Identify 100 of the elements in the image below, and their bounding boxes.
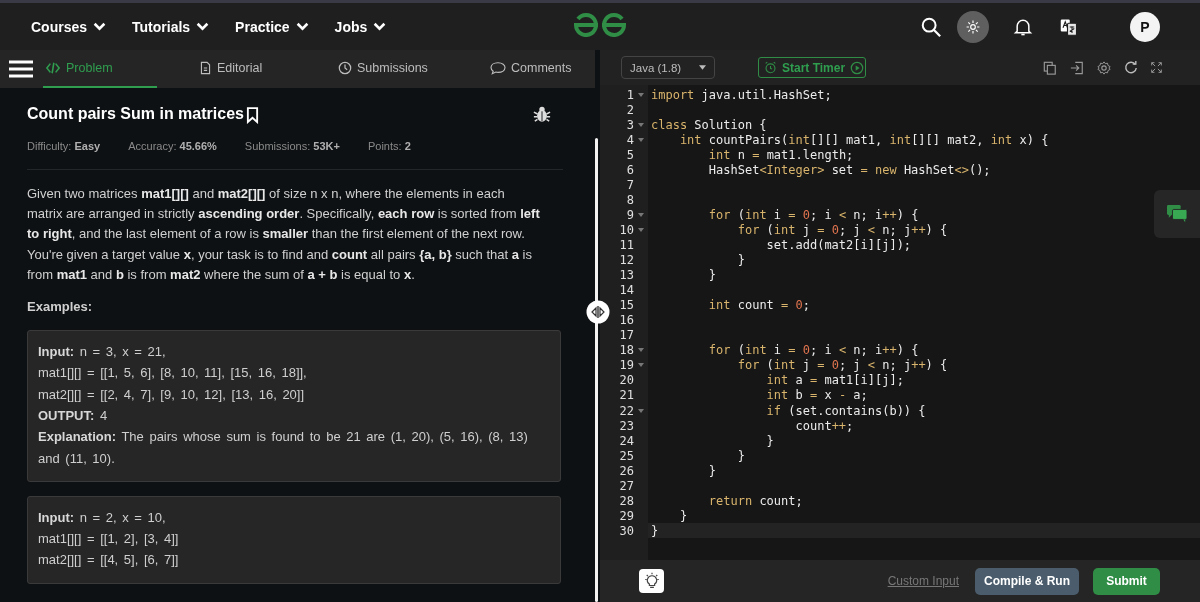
nav-menu[interactable]: Courses (31, 18, 107, 35)
code-line: int count = 0; (707, 298, 810, 313)
line-number: 16 (619, 313, 634, 328)
problem-description: You're given a target value x, your task is to find and count all pairs {a, b} such that a is from mat1 and b is from mat2 where the sum of a + b is equal to x. (27, 245, 533, 284)
line-number: 5 (626, 147, 634, 162)
submit-button[interactable]: Submit (1093, 567, 1160, 595)
fold-caret-icon[interactable] (638, 137, 644, 142)
line-number: 14 (619, 283, 634, 298)
problem-description: Given two matrices mat1[][] and mat2[][] of size n x n, where the elements in each matrix are arranged in strictly ascending order. Specifically, each row is sorted from left to right, and the last element of a row is smaller than the first element of the next row. (27, 185, 541, 244)
code-line: for (int i = 0; i < n; i++) { (707, 207, 919, 222)
code-line: set.add(mat2[i][j]); (765, 238, 912, 252)
line-number: 17 (619, 328, 634, 343)
code-line: for (int j = 0; j < n; j++) { (736, 358, 948, 373)
chat-bubbles-icon (1166, 204, 1188, 224)
search-icon[interactable] (920, 15, 942, 38)
code-line: int n = mat1.length; (707, 147, 854, 162)
line-number: 6 (626, 162, 634, 177)
nav-menu[interactable]: Jobs (334, 18, 387, 35)
example-text: OUTPUT: 4 (38, 406, 109, 425)
fold-caret-icon[interactable] (638, 122, 644, 127)
alarm-clock-icon (764, 61, 777, 74)
dropdown-caret-icon (699, 65, 706, 70)
line-number: 11 (619, 238, 634, 252)
fold-caret-icon[interactable] (638, 408, 644, 413)
chevron-down-icon (373, 22, 387, 31)
fold-caret-icon[interactable] (638, 363, 644, 368)
compile-run-button[interactable]: Compile & Run (975, 567, 1079, 595)
line-number: 29 (619, 508, 634, 523)
line-number: 26 (619, 463, 634, 478)
line-number: 21 (619, 388, 634, 403)
problem-title: Count pairs Sum in matrices (27, 105, 244, 123)
light-bulb-icon (642, 572, 661, 590)
code-line: class Solution { (650, 117, 767, 132)
copy-icon[interactable] (1043, 60, 1057, 75)
problem-stat: Accuracy: 45.66% (128, 140, 217, 154)
problem-tab[interactable]: Comments (488, 50, 578, 88)
line-number: 4 (626, 132, 634, 147)
fold-caret-icon[interactable] (638, 348, 644, 353)
example-text: mat2[][] = [[2, 4, 7], [9, 10, 12], [13, 16, 20]] (38, 385, 306, 404)
example-text: mat1[][] = [[1, 5, 6], [8, 10, 11], [15, 16, 18]], (38, 364, 308, 383)
chevron-down-icon (93, 22, 107, 31)
clock-icon (338, 61, 352, 75)
logo-icon[interactable] (572, 13, 628, 37)
scrollbar-thumb[interactable] (595, 138, 598, 602)
menu-icon[interactable] (9, 59, 33, 79)
problem-tab[interactable]: Problem (43, 50, 157, 88)
example-text: Input: n = 2, x = 10, (38, 508, 167, 527)
user-avatar[interactable]: P (1130, 11, 1160, 42)
theme-toggle-button[interactable] (957, 10, 989, 43)
line-number: 2 (626, 102, 634, 117)
line-number: 9 (626, 207, 634, 222)
code-icon (45, 61, 61, 75)
bug-icon[interactable] (533, 105, 551, 123)
code-line: int a = mat1[i][j]; (765, 373, 904, 388)
language-select[interactable]: Java (1.8) (621, 56, 715, 79)
hint-button[interactable] (639, 569, 664, 593)
code-line: } (650, 523, 659, 538)
custom-input-link[interactable]: Custom Input (887, 574, 959, 588)
example-text: mat2[][] = [[4, 5], [6, 7]] (38, 551, 180, 570)
resize-handle-icon[interactable] (586, 300, 610, 324)
line-number: 23 (619, 418, 634, 433)
code-line: } (736, 448, 745, 463)
translate-icon[interactable] (1060, 17, 1078, 36)
fold-caret-icon[interactable] (638, 92, 644, 97)
code-line: for (int j = 0; j < n; j++) { (736, 222, 948, 237)
fullscreen-icon[interactable] (1151, 62, 1162, 73)
problem-stat: Difficulty: Easy (27, 140, 101, 154)
problem-stat: Points: 2 (367, 140, 411, 154)
examples-heading: Examples: (27, 299, 94, 314)
code-line: for (int i = 0; i < n; i++) { (707, 343, 919, 358)
line-number: 10 (619, 222, 634, 237)
code-line: count++; (794, 418, 854, 433)
chevron-down-icon (295, 22, 309, 31)
bookmark-icon[interactable] (245, 107, 259, 124)
problem-tab[interactable]: Editorial (197, 50, 297, 88)
code-line: } (736, 253, 745, 268)
reset-icon[interactable] (1124, 60, 1138, 75)
settings-icon[interactable] (1097, 60, 1111, 75)
line-number: 12 (619, 253, 634, 268)
play-icon (850, 60, 865, 75)
import-file-icon[interactable] (1070, 60, 1084, 75)
line-number: 27 (619, 478, 634, 493)
code-line: return count; (707, 493, 803, 508)
problem-stat: Submissions: 53K+ (244, 140, 340, 154)
nav-menu[interactable]: Tutorials (132, 18, 210, 35)
code-line: } (707, 463, 717, 478)
fold-caret-icon[interactable] (638, 212, 644, 217)
line-number: 19 (619, 358, 634, 373)
start-timer-button[interactable]: Start Timer (758, 57, 867, 78)
line-number: 1 (626, 87, 634, 102)
line-number: 30 (619, 523, 634, 538)
nav-menu[interactable]: Practice (235, 18, 309, 35)
line-number: 13 (619, 268, 634, 283)
line-number: 22 (619, 403, 634, 418)
fold-caret-icon[interactable] (638, 227, 644, 232)
problem-tab[interactable]: Submissions (336, 50, 436, 88)
chat-button[interactable] (1154, 190, 1200, 238)
line-number: 7 (626, 177, 634, 192)
code-line: if (set.contains(b)) { (765, 403, 926, 418)
code-line: int countPairs(int[][] mat1, int[][] mat2, int x) { (678, 132, 1049, 147)
